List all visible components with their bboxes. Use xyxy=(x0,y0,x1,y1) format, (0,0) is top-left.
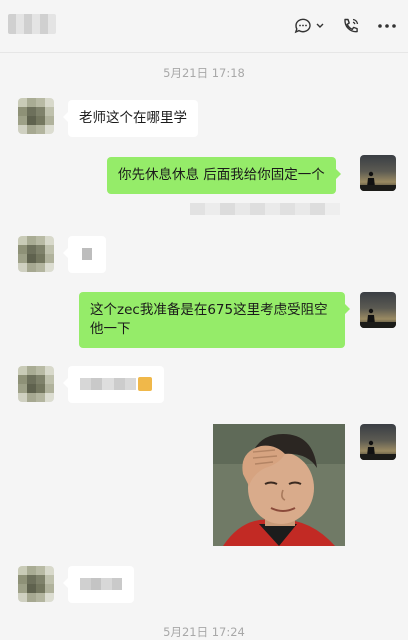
silhouette-icon xyxy=(360,171,396,191)
man-photo-image xyxy=(213,424,345,546)
message-text: 你先休息休息 后面我给你固定一个 xyxy=(118,167,325,183)
timestamp: 5月21日 17:24 xyxy=(163,625,245,639)
message-text: 老师这个在哪里学 xyxy=(79,110,187,126)
my-avatar[interactable] xyxy=(360,155,396,191)
message-text-line: 这个zec我准备是在675这里考虑受阻空 xyxy=(90,302,328,318)
emoji-icon xyxy=(138,377,152,391)
contact-avatar[interactable] xyxy=(18,566,54,602)
silhouette-icon xyxy=(360,308,396,328)
message-bubble-outgoing[interactable]: 这个zec我准备是在675这里考虑受阻空 他一下 xyxy=(79,292,350,348)
contact-avatar[interactable] xyxy=(18,98,54,134)
more-dots-icon xyxy=(378,24,396,28)
message-bubble-incoming[interactable] xyxy=(63,236,106,273)
chat-bubble-icon xyxy=(294,18,324,34)
message-bubble-outgoing[interactable]: 你先休息休息 后面我给你固定一个 xyxy=(107,157,341,194)
my-avatar[interactable] xyxy=(360,424,396,460)
phone-call-icon xyxy=(344,18,359,33)
contact-avatar[interactable] xyxy=(18,366,54,402)
message-bubble-incoming[interactable] xyxy=(63,366,164,403)
more-button[interactable] xyxy=(374,14,400,38)
image-message[interactable] xyxy=(213,424,345,546)
my-avatar[interactable] xyxy=(360,292,396,328)
blurred-message-content xyxy=(80,378,137,390)
message-text-line: 他一下 xyxy=(90,321,131,337)
blurred-message-content xyxy=(82,248,92,260)
contact-avatar[interactable] xyxy=(18,236,54,272)
chat-title-blurred xyxy=(8,14,56,34)
blurred-caption xyxy=(190,203,340,215)
message-bubble-incoming[interactable] xyxy=(63,566,134,603)
message-bubble-incoming[interactable]: 老师这个在哪里学 xyxy=(63,100,198,137)
timestamp: 5月21日 17:18 xyxy=(163,66,245,80)
blurred-message-content xyxy=(80,578,122,590)
voice-call-button[interactable] xyxy=(338,14,364,38)
silhouette-icon xyxy=(360,440,396,460)
chat-header xyxy=(0,0,408,53)
chat-options-button[interactable] xyxy=(290,14,330,38)
